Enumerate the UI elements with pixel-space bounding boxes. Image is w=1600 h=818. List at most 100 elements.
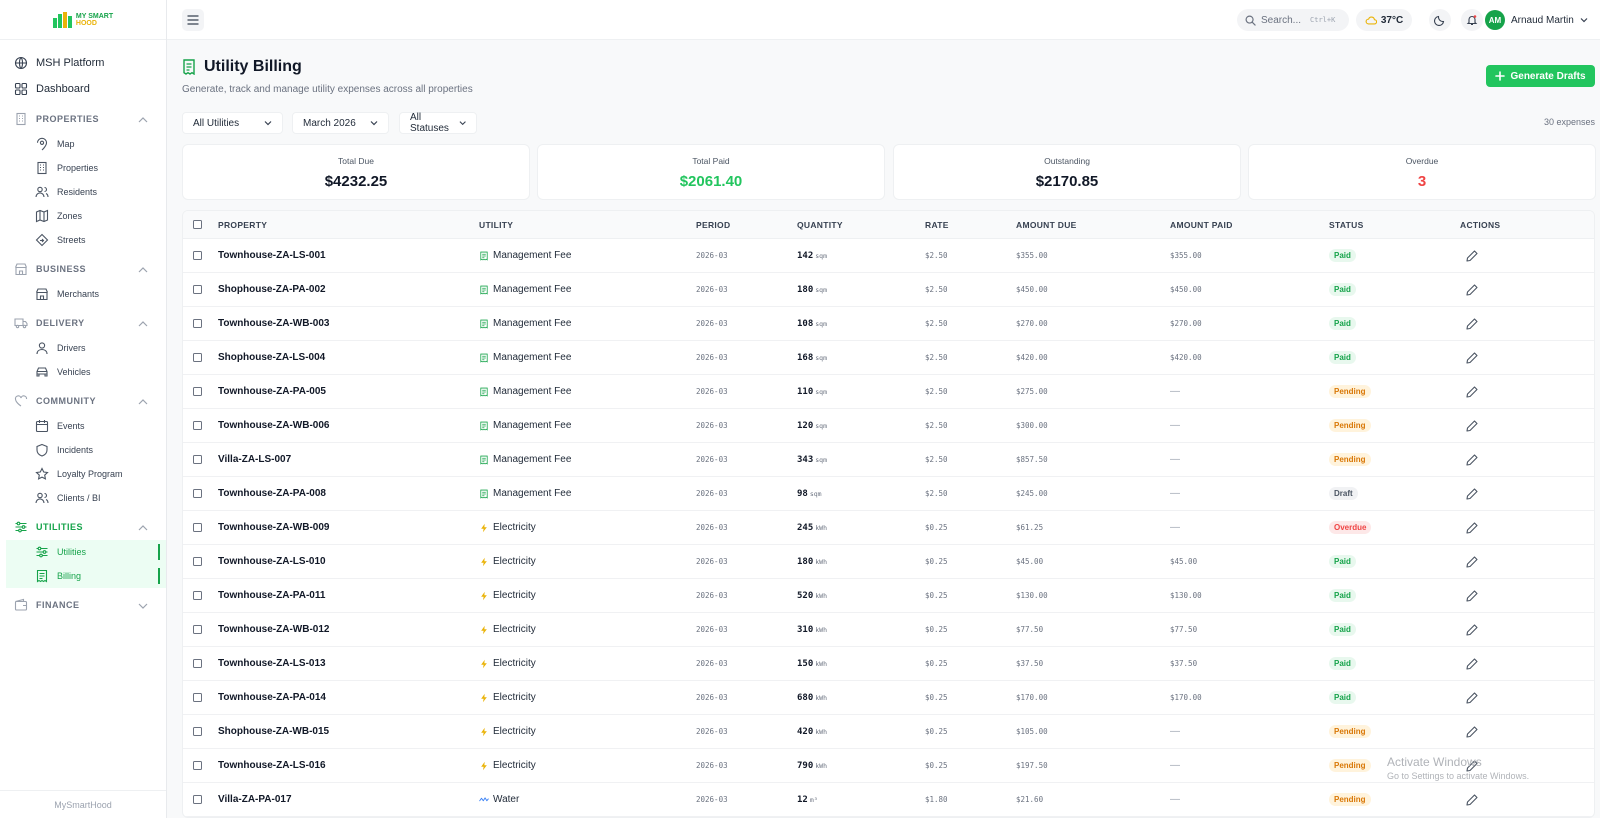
table-row[interactable]: Shophouse-ZA-PA-002 Management Fee 2026-03… <box>183 273 1594 307</box>
table-row[interactable]: Townhouse-ZA-LS-016 Electricity 2026-03 790… <box>183 749 1594 783</box>
table-row[interactable]: Townhouse-ZA-LS-010 Electricity 2026-03 180… <box>183 545 1594 579</box>
sidebar-item-merchants[interactable]: Merchants <box>0 282 166 306</box>
property-name[interactable]: Townhouse-ZA-PA-014 <box>218 681 326 714</box>
sidebar-item-properties[interactable]: Properties <box>0 156 166 180</box>
search-input[interactable]: Search... Ctrl+K <box>1237 9 1349 31</box>
sidebar-item-events[interactable]: Events <box>0 414 166 438</box>
property-name[interactable]: Townhouse-ZA-LS-013 <box>218 647 326 680</box>
row-checkbox[interactable] <box>193 421 202 430</box>
property-name[interactable]: Shophouse-ZA-LS-004 <box>218 341 325 374</box>
row-checkbox[interactable] <box>193 353 202 362</box>
table-row[interactable]: Townhouse-ZA-LS-001 Management Fee 2026-03… <box>183 239 1594 273</box>
sidebar-item-clients-bi[interactable]: Clients / BI <box>0 486 166 510</box>
row-checkbox[interactable] <box>193 387 202 396</box>
theme-toggle-button[interactable] <box>1429 9 1451 31</box>
user-menu[interactable]: AM Arnaud Martin <box>1485 9 1588 31</box>
row-checkbox[interactable] <box>193 455 202 464</box>
row-checkbox[interactable] <box>193 625 202 634</box>
edit-button[interactable] <box>1465 579 1479 612</box>
edit-button[interactable] <box>1465 681 1479 714</box>
table-row[interactable]: Townhouse-ZA-WB-012 Electricity 2026-03 310… <box>183 613 1594 647</box>
table-row[interactable]: Townhouse-ZA-PA-005 Management Fee 2026-03… <box>183 375 1594 409</box>
property-name[interactable]: Shophouse-ZA-PA-002 <box>218 273 326 306</box>
property-name[interactable]: Townhouse-ZA-WB-012 <box>218 613 329 646</box>
property-name[interactable]: Townhouse-ZA-WB-003 <box>218 307 329 340</box>
table-row[interactable]: Townhouse-ZA-WB-006 Management Fee 2026-03… <box>183 409 1594 443</box>
edit-button[interactable] <box>1465 273 1479 306</box>
edit-button[interactable] <box>1465 477 1479 510</box>
edit-button[interactable] <box>1465 375 1479 408</box>
edit-button[interactable] <box>1465 545 1479 578</box>
row-checkbox[interactable] <box>193 795 202 804</box>
table-row[interactable]: Shophouse-ZA-LS-004 Management Fee 2026-03… <box>183 341 1594 375</box>
sidebar-item-residents[interactable]: Residents <box>0 180 166 204</box>
row-checkbox[interactable] <box>193 659 202 668</box>
sidebar-item-dashboard[interactable]: Dashboard <box>0 76 166 102</box>
row-checkbox[interactable] <box>193 319 202 328</box>
table-row[interactable]: Shophouse-ZA-WB-015 Electricity 2026-03 420… <box>183 715 1594 749</box>
sidebar-section-business[interactable]: BUSINESS <box>0 256 166 282</box>
property-name[interactable]: Townhouse-ZA-WB-006 <box>218 409 329 442</box>
property-name[interactable]: Townhouse-ZA-WB-009 <box>218 511 329 544</box>
sidebar-section-properties[interactable]: PROPERTIES <box>0 106 166 132</box>
status-filter-select[interactable]: All Statuses <box>399 112 477 134</box>
table-row[interactable]: Townhouse-ZA-WB-003 Management Fee 2026-03… <box>183 307 1594 341</box>
edit-button[interactable] <box>1465 409 1479 442</box>
edit-button[interactable] <box>1465 715 1479 748</box>
weather-widget[interactable]: 37°C <box>1356 9 1412 31</box>
sidebar-item-drivers[interactable]: Drivers <box>0 336 166 360</box>
sidebar-section-utilities[interactable]: UTILITIES <box>0 514 166 540</box>
table-row[interactable]: Villa-ZA-LS-007 Management Fee 2026-03 343 s… <box>183 443 1594 477</box>
property-name[interactable]: Townhouse-ZA-LS-001 <box>218 239 326 272</box>
property-name[interactable]: Shophouse-ZA-WB-015 <box>218 715 329 748</box>
row-checkbox[interactable] <box>193 523 202 532</box>
row-checkbox[interactable] <box>193 251 202 260</box>
edit-button[interactable] <box>1465 613 1479 646</box>
sidebar-section-community[interactable]: COMMUNITY <box>0 388 166 414</box>
row-checkbox[interactable] <box>193 761 202 770</box>
property-name[interactable]: Villa-ZA-PA-017 <box>218 783 292 816</box>
property-name[interactable]: Townhouse-ZA-LS-016 <box>218 749 326 782</box>
sidebar-item-zones[interactable]: Zones <box>0 204 166 228</box>
property-name[interactable]: Townhouse-ZA-PA-005 <box>218 375 326 408</box>
edit-button[interactable] <box>1465 443 1479 476</box>
sidebar-item-incidents[interactable]: Incidents <box>0 438 166 462</box>
row-checkbox[interactable] <box>193 557 202 566</box>
edit-button[interactable] <box>1465 647 1479 680</box>
property-name[interactable]: Townhouse-ZA-LS-010 <box>218 545 326 578</box>
table-row[interactable]: Villa-ZA-PA-017 Water 2026-03 12 m³ $1.80 $21.… <box>183 783 1594 817</box>
row-checkbox[interactable] <box>193 591 202 600</box>
sidebar-item-msh-platform[interactable]: MSH Platform <box>0 50 166 76</box>
edit-button[interactable] <box>1465 783 1479 816</box>
table-row[interactable]: Townhouse-ZA-WB-009 Electricity 2026-03 245… <box>183 511 1594 545</box>
sidebar-item-vehicles[interactable]: Vehicles <box>0 360 166 384</box>
sidebar-section-finance[interactable]: FINANCE <box>0 592 166 618</box>
edit-button[interactable] <box>1465 511 1479 544</box>
table-row[interactable]: Townhouse-ZA-LS-013 Electricity 2026-03 150… <box>183 647 1594 681</box>
row-checkbox[interactable] <box>193 693 202 702</box>
row-checkbox[interactable] <box>193 285 202 294</box>
select-all-checkbox[interactable] <box>193 220 202 229</box>
sidebar-item-streets[interactable]: Streets <box>0 228 166 252</box>
row-checkbox[interactable] <box>193 489 202 498</box>
menu-toggle-button[interactable] <box>182 9 204 31</box>
edit-button[interactable] <box>1465 239 1479 272</box>
sidebar-section-delivery[interactable]: DELIVERY <box>0 310 166 336</box>
sidebar-item-loyalty-program[interactable]: Loyalty Program <box>0 462 166 486</box>
table-row[interactable]: Townhouse-ZA-PA-008 Management Fee 2026-03… <box>183 477 1594 511</box>
property-name[interactable]: Townhouse-ZA-PA-008 <box>218 477 326 510</box>
app-logo[interactable]: MY SMART HOOD <box>0 0 166 40</box>
period-filter-select[interactable]: March 2026 <box>292 112 389 134</box>
property-name[interactable]: Villa-ZA-LS-007 <box>218 443 291 476</box>
table-row[interactable]: Townhouse-ZA-PA-014 Electricity 2026-03 680… <box>183 681 1594 715</box>
sidebar-item-map[interactable]: Map <box>0 132 166 156</box>
generate-drafts-button[interactable]: Generate Drafts <box>1486 65 1595 87</box>
property-name[interactable]: Townhouse-ZA-PA-011 <box>218 579 325 612</box>
sidebar-item-utilities[interactable]: Utilities <box>6 540 166 564</box>
notifications-button[interactable] <box>1461 9 1483 31</box>
utility-filter-select[interactable]: All Utilities <box>182 112 283 134</box>
sidebar-item-billing[interactable]: Billing <box>6 564 166 588</box>
table-row[interactable]: Townhouse-ZA-PA-011 Electricity 2026-03 520… <box>183 579 1594 613</box>
edit-button[interactable] <box>1465 341 1479 374</box>
row-checkbox[interactable] <box>193 727 202 736</box>
